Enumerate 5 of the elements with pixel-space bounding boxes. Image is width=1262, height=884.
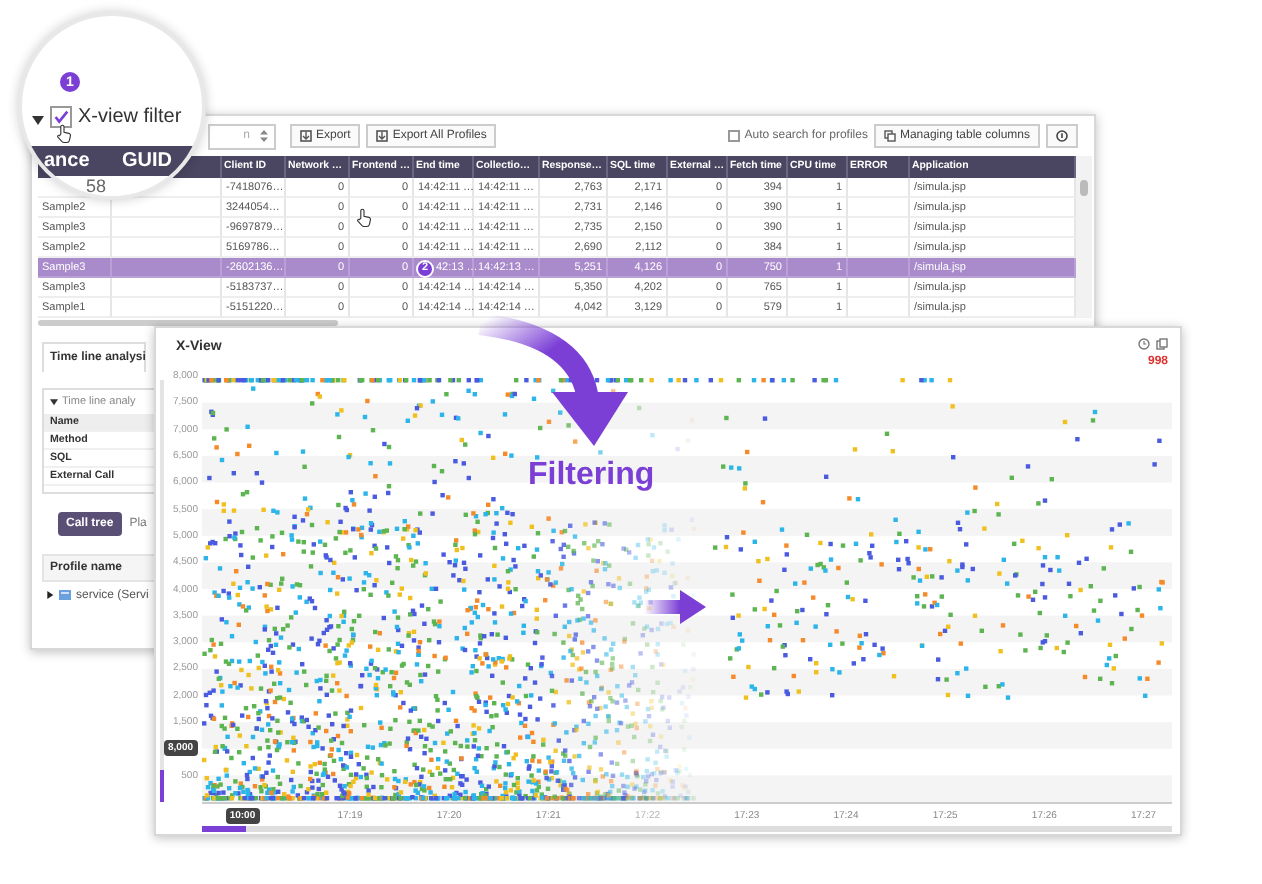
table-cell: 58 xyxy=(86,176,107,196)
checkbox-label: X-view filter xyxy=(78,106,182,128)
filtering-label: Filtering xyxy=(528,458,655,494)
column-header: ance xyxy=(44,150,90,172)
column-header: GUID xyxy=(122,150,172,172)
